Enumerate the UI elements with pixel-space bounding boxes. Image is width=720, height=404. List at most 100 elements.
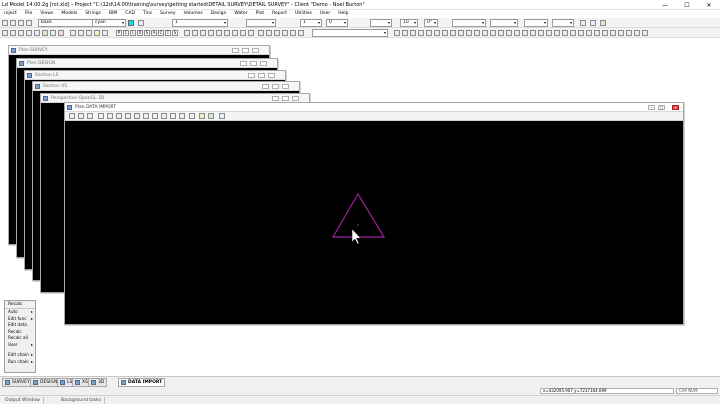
cad-icon-7[interactable] xyxy=(232,30,238,36)
util-icon-31[interactable] xyxy=(634,30,640,36)
close-icon[interactable] xyxy=(252,48,259,53)
util-icon-7[interactable] xyxy=(442,30,448,36)
menu-item-run-chain[interactable]: Run chain xyxy=(5,359,35,366)
util-icon-13[interactable] xyxy=(490,30,496,36)
util-icon-6[interactable] xyxy=(434,30,440,36)
util-icon-22[interactable] xyxy=(562,30,568,36)
menu-volumes[interactable]: Volumes xyxy=(180,10,207,18)
line-style-combo[interactable] xyxy=(246,19,276,27)
zoom-previous-icon[interactable] xyxy=(116,113,122,119)
pan-view-icon[interactable] xyxy=(98,113,104,119)
snap-c-button[interactable]: C xyxy=(123,30,129,36)
util-icon-10[interactable] xyxy=(466,30,472,36)
pan-icon[interactable] xyxy=(10,30,16,36)
cad-icon-6[interactable] xyxy=(224,30,230,36)
zoom-out-icon[interactable] xyxy=(87,113,93,119)
menu-file[interactable]: File xyxy=(21,10,37,18)
util-icon-32[interactable] xyxy=(642,30,648,36)
view-icon-3[interactable] xyxy=(274,30,280,36)
cad-icon-4[interactable] xyxy=(208,30,214,36)
edit-icon-3[interactable] xyxy=(86,30,92,36)
menu-strings[interactable]: Strings xyxy=(81,10,105,18)
util-icon-5[interactable] xyxy=(426,30,432,36)
util-icon-30[interactable] xyxy=(626,30,632,36)
field-d-combo[interactable] xyxy=(452,19,486,27)
minimize-icon[interactable] xyxy=(240,61,247,66)
settings-icon[interactable] xyxy=(58,30,64,36)
util-icon-20[interactable] xyxy=(546,30,552,36)
snap-a-button[interactable]: A xyxy=(151,30,157,36)
measure-view-icon[interactable] xyxy=(152,113,158,119)
open-icon[interactable] xyxy=(10,20,16,26)
snap-l-button[interactable]: L xyxy=(130,30,136,36)
close-icon[interactable]: x xyxy=(672,105,679,110)
print-view-icon[interactable] xyxy=(170,113,176,119)
util-icon-15[interactable] xyxy=(506,30,512,36)
cad-icon-1[interactable] xyxy=(184,30,190,36)
menu-utilities[interactable]: Utilities xyxy=(291,10,316,18)
maximize-icon[interactable] xyxy=(258,73,265,78)
snap-s-button[interactable]: S xyxy=(144,30,150,36)
util-icon-4[interactable] xyxy=(418,30,424,36)
menu-user[interactable]: User xyxy=(316,10,334,18)
tab-3d[interactable]: 3D xyxy=(88,378,108,387)
view-icon-1[interactable] xyxy=(258,30,264,36)
maximize-icon[interactable]: □ xyxy=(658,105,665,110)
window-plan-data-import[interactable]: Plan DATA IMPORT – □ x xyxy=(64,102,684,325)
minimize-icon[interactable] xyxy=(232,48,239,53)
tab-background-tasks[interactable]: Background tasks xyxy=(58,397,106,404)
util-icon-9[interactable] xyxy=(458,30,464,36)
window-caption[interactable]: Plan SURVEY xyxy=(9,46,269,55)
util-icon-21[interactable] xyxy=(554,30,560,36)
minimize-icon[interactable]: – xyxy=(648,105,655,110)
edit-icon-1[interactable] xyxy=(70,30,76,36)
menu-tins[interactable]: Tins xyxy=(139,10,156,18)
field-c-combo[interactable] xyxy=(370,19,392,27)
tab-design[interactable]: DESIGN xyxy=(30,378,61,387)
snap-x-button[interactable]: X xyxy=(137,30,143,36)
properties-icon[interactable] xyxy=(219,113,225,119)
minimize-button[interactable]: — xyxy=(654,0,676,10)
triangle-string[interactable] xyxy=(331,192,386,238)
field-f-combo[interactable] xyxy=(524,19,548,27)
print-icon[interactable] xyxy=(26,20,32,26)
angle-combo[interactable]: 0° xyxy=(424,19,438,27)
minimize-icon[interactable] xyxy=(248,73,255,78)
maximize-icon[interactable] xyxy=(242,48,249,53)
plan-data-import-canvas[interactable] xyxy=(65,121,683,324)
select-icon[interactable] xyxy=(26,30,32,36)
text-size-combo[interactable]: 10 xyxy=(400,19,418,27)
menu-design[interactable]: Design xyxy=(207,10,231,18)
maximize-icon[interactable] xyxy=(272,84,279,89)
util-icon-27[interactable] xyxy=(602,30,608,36)
util-icon-23[interactable] xyxy=(570,30,576,36)
zoom-in-icon[interactable] xyxy=(78,113,84,119)
cursor-icon[interactable] xyxy=(143,113,149,119)
edit-icon-4[interactable] xyxy=(94,30,100,36)
measure-icon[interactable] xyxy=(34,30,40,36)
snap-s2-button[interactable]: S xyxy=(172,30,178,36)
util-icon-26[interactable] xyxy=(594,30,600,36)
field-b-combo[interactable]: 0 xyxy=(326,19,348,27)
close-icon[interactable] xyxy=(282,84,289,89)
refresh-icon[interactable] xyxy=(179,113,185,119)
pick-colour-icon[interactable] xyxy=(138,20,144,26)
zoom-scale-icon[interactable] xyxy=(125,113,131,119)
window-caption[interactable]: Section XS xyxy=(33,82,299,91)
util-icon-1[interactable] xyxy=(394,30,400,36)
util-icon-3[interactable] xyxy=(410,30,416,36)
close-button[interactable]: ✕ xyxy=(698,0,720,10)
util-icon-25[interactable] xyxy=(586,30,592,36)
tool-icon-1[interactable] xyxy=(580,20,586,26)
cad-icon-8[interactable] xyxy=(240,30,246,36)
tab-survey[interactable]: SURVEY xyxy=(2,378,33,387)
util-icon-2[interactable] xyxy=(402,30,408,36)
cad-icon-2[interactable] xyxy=(192,30,198,36)
snap-t-button[interactable]: T xyxy=(165,30,171,36)
close-icon[interactable] xyxy=(292,96,299,101)
menu-views[interactable]: Views xyxy=(36,10,57,18)
view-icon-6[interactable] xyxy=(298,30,304,36)
util-icon-28[interactable] xyxy=(610,30,616,36)
new-icon[interactable] xyxy=(2,20,8,26)
close-icon[interactable] xyxy=(260,61,267,66)
